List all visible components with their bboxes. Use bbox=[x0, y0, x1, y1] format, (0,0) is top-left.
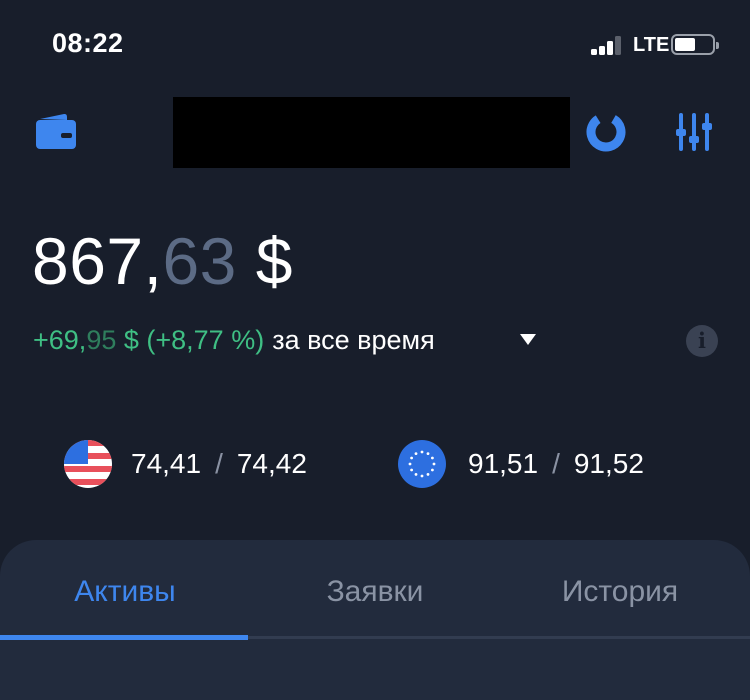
change-main: +69, bbox=[33, 325, 87, 355]
eur-sell: 91,52 bbox=[573, 448, 644, 479]
status-time: 08:22 bbox=[52, 28, 124, 58]
usd-sell: 74,42 bbox=[236, 448, 307, 479]
us-flag-icon bbox=[64, 440, 112, 488]
eur-buy: 91,51 bbox=[468, 448, 539, 479]
eu-flag-icon bbox=[398, 440, 446, 488]
signal-strength-icon bbox=[591, 35, 625, 55]
dropdown-caret-icon[interactable] bbox=[520, 334, 536, 345]
tab-orders[interactable]: Заявки bbox=[250, 575, 500, 609]
tab-assets[interactable]: Активы bbox=[0, 575, 250, 609]
sliders-icon[interactable] bbox=[676, 113, 712, 151]
donut-chart-icon[interactable] bbox=[585, 111, 627, 153]
bottom-panel bbox=[0, 540, 750, 700]
tab-history[interactable]: История bbox=[495, 575, 745, 609]
balance-change[interactable]: +69,95 $ (+8,77 %) за все время bbox=[33, 324, 435, 356]
usd-rate: 74,41 / 74,42 bbox=[131, 448, 307, 480]
change-cents: 95 bbox=[86, 325, 117, 355]
account-name-redacted bbox=[173, 97, 570, 168]
network-type: LTE bbox=[633, 34, 670, 56]
eur-rate: 91,51 / 91,52 bbox=[468, 448, 644, 480]
active-tab-indicator bbox=[0, 635, 248, 640]
wallet-icon[interactable] bbox=[36, 113, 76, 149]
balance-cents: 63 bbox=[162, 224, 237, 298]
battery-icon bbox=[671, 34, 719, 55]
period-selector-label[interactable]: за все время bbox=[272, 325, 435, 355]
change-rest: $ (+8,77 %) bbox=[116, 325, 265, 355]
info-icon[interactable]: i bbox=[686, 325, 718, 357]
rate-separator: / bbox=[552, 448, 560, 479]
portfolio-balance: 867,63 $ bbox=[32, 228, 293, 294]
balance-currency: $ bbox=[236, 224, 293, 298]
usd-buy: 74,41 bbox=[131, 448, 202, 479]
balance-integer: 867, bbox=[32, 224, 163, 298]
rate-separator: / bbox=[215, 448, 223, 479]
